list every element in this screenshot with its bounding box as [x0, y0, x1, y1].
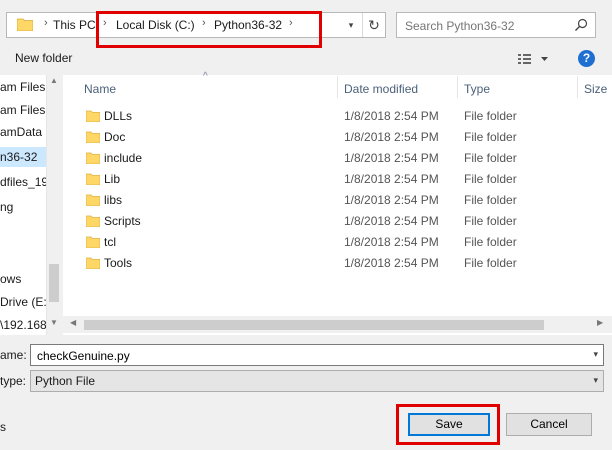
file-type: File folder: [464, 256, 517, 270]
new-folder-button[interactable]: New folder: [15, 51, 72, 65]
folder-icon: [86, 110, 100, 122]
list-item[interactable]: tcl 1/8/2018 2:54 PM File folder: [80, 232, 600, 253]
list-item[interactable]: libs 1/8/2018 2:54 PM File folder: [80, 190, 600, 211]
column-header-type[interactable]: Type: [464, 82, 490, 96]
column-divider[interactable]: [457, 76, 458, 98]
folder-icon: [86, 173, 100, 185]
file-date: 1/8/2018 2:54 PM: [344, 256, 439, 270]
scroll-up-icon[interactable]: ▲: [50, 76, 58, 85]
file-type: File folder: [464, 151, 517, 165]
nav-item[interactable]: am Files (: [0, 100, 53, 120]
file-type: File folder: [464, 193, 517, 207]
nav-item[interactable]: ows: [0, 269, 21, 289]
address-history-dropdown-icon[interactable]: ▾: [343, 13, 359, 37]
file-name-combobox[interactable]: ▾: [30, 344, 604, 366]
folder-icon: [86, 194, 100, 206]
file-name: libs: [104, 193, 123, 207]
list-item[interactable]: Scripts 1/8/2018 2:54 PM File folder: [80, 211, 600, 232]
file-date: 1/8/2018 2:54 PM: [344, 235, 439, 249]
folder-icon: [86, 131, 100, 143]
column-header-name[interactable]: Name: [84, 82, 116, 96]
file-type: File folder: [464, 130, 517, 144]
file-date: 1/8/2018 2:54 PM: [344, 109, 439, 123]
nav-item-selected[interactable]: n36-32: [0, 147, 46, 167]
chevron-right-icon[interactable]: ›: [44, 17, 48, 29]
folder-icon: [86, 152, 100, 164]
list-item[interactable]: Doc 1/8/2018 2:54 PM File folder: [80, 127, 600, 148]
chevron-down-icon[interactable]: ▾: [593, 375, 598, 386]
file-type: File folder: [464, 214, 517, 228]
column-divider[interactable]: [577, 76, 578, 98]
folder-icon: [86, 236, 100, 248]
column-header-size[interactable]: Size: [584, 82, 607, 96]
nav-item[interactable]: \192.168.: [0, 315, 50, 335]
nav-item[interactable]: am Files: [0, 77, 45, 97]
list-item[interactable]: include 1/8/2018 2:54 PM File folder: [80, 148, 600, 169]
highlight-box-address: [96, 11, 322, 48]
breadcrumb-this-pc[interactable]: This PC: [53, 18, 96, 32]
column-divider[interactable]: [337, 76, 338, 98]
file-date: 1/8/2018 2:54 PM: [344, 214, 439, 228]
file-type-label: type:: [0, 374, 27, 388]
file-name: Scripts: [104, 214, 141, 228]
file-date: 1/8/2018 2:54 PM: [344, 130, 439, 144]
search-icon[interactable]: [574, 18, 588, 32]
sort-ascending-icon: ^: [203, 71, 208, 82]
save-button[interactable]: Save: [408, 413, 490, 436]
search-box[interactable]: [396, 12, 596, 38]
file-name: DLLs: [104, 109, 133, 123]
hide-folders-toggle[interactable]: s: [0, 420, 6, 434]
file-date: 1/8/2018 2:54 PM: [344, 151, 439, 165]
file-type-value: Python File: [35, 374, 96, 388]
cancel-button[interactable]: Cancel: [506, 413, 592, 436]
file-type-select[interactable]: Python File ▾: [30, 370, 604, 392]
help-icon[interactable]: ?: [578, 50, 595, 67]
list-item[interactable]: Tools 1/8/2018 2:54 PM File folder: [80, 253, 600, 274]
folder-icon: [17, 18, 33, 31]
nav-item[interactable]: Drive (E:: [0, 292, 47, 312]
chevron-down-icon[interactable]: ▾: [593, 349, 598, 360]
file-name: Lib: [104, 172, 121, 186]
scroll-left-icon[interactable]: ◀: [70, 318, 76, 327]
file-name: Doc: [104, 130, 126, 144]
file-name: Tools: [104, 256, 133, 270]
horizontal-scrollbar-thumb[interactable]: [84, 320, 544, 330]
file-date: 1/8/2018 2:54 PM: [344, 193, 439, 207]
file-date: 1/8/2018 2:54 PM: [344, 172, 439, 186]
file-type: File folder: [464, 172, 517, 186]
file-type: File folder: [464, 109, 517, 123]
scroll-down-icon[interactable]: ▼: [50, 318, 58, 327]
file-type: File folder: [464, 235, 517, 249]
folder-icon: [86, 215, 100, 227]
list-item[interactable]: DLLs 1/8/2018 2:54 PM File folder: [80, 106, 600, 127]
refresh-icon[interactable]: ↻: [362, 13, 385, 37]
view-options-icon[interactable]: [516, 50, 552, 68]
list-item[interactable]: Lib 1/8/2018 2:54 PM File folder: [80, 169, 600, 190]
nav-item[interactable]: ng: [0, 197, 13, 217]
file-name-label: ame:: [0, 348, 27, 362]
file-name: include: [104, 151, 143, 165]
nav-item[interactable]: amData: [0, 122, 42, 142]
column-header-date-modified[interactable]: Date modified: [344, 82, 418, 96]
file-name: tcl: [104, 235, 116, 249]
search-input[interactable]: [403, 16, 567, 36]
folder-icon: [86, 257, 100, 269]
nav-scrollbar-thumb[interactable]: [49, 264, 59, 302]
scroll-right-icon[interactable]: ▶: [597, 318, 603, 327]
file-name-field[interactable]: [35, 347, 579, 365]
